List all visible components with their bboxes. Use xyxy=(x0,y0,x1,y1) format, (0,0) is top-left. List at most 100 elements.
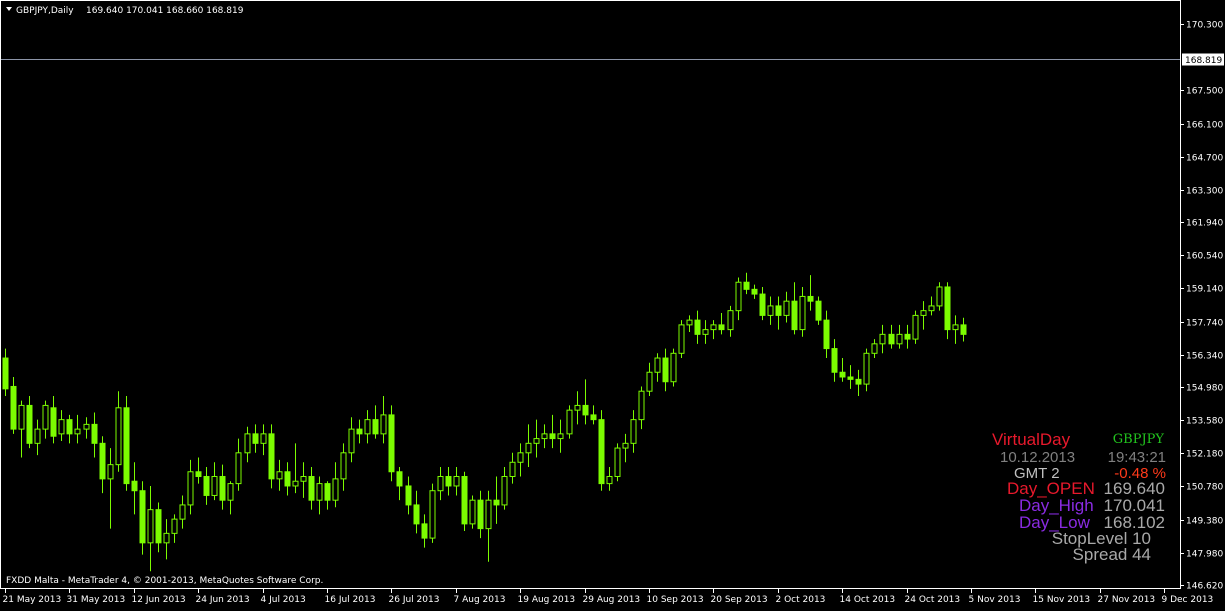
x-tick-label: 15 Nov 2013 xyxy=(1033,595,1091,605)
candle-body xyxy=(517,452,524,463)
candle-body xyxy=(99,442,106,480)
candle-body xyxy=(574,404,581,411)
candle-body xyxy=(541,433,548,440)
candle-body xyxy=(445,475,452,487)
x-tick-label: 20 Sep 2013 xyxy=(711,595,768,605)
chart-svg[interactable]: 170.300 167.500 166.100 164.700 163.300 161.9… xyxy=(0,0,1225,607)
candle-body xyxy=(219,475,226,501)
candle-body xyxy=(405,485,412,506)
candle-body xyxy=(268,433,275,480)
candle-body xyxy=(855,378,862,385)
candle-body xyxy=(244,433,251,454)
x-tick-label: 7 Aug 2013 xyxy=(454,595,506,605)
candle-body xyxy=(614,447,621,477)
overlay-title: VirtualDay xyxy=(992,430,1071,449)
candle-body xyxy=(469,499,476,525)
x-tick-label: 26 Jul 2013 xyxy=(389,595,440,605)
x-tick-label: 10 Sep 2013 xyxy=(647,595,704,605)
candle-body xyxy=(429,490,436,539)
y-tick-label: 167.500 xyxy=(1186,87,1223,97)
candle-body xyxy=(944,286,951,331)
candle-body xyxy=(582,404,589,416)
y-tick-label: 160.540 xyxy=(1186,252,1223,262)
candle-body xyxy=(34,428,41,444)
candle-body xyxy=(501,475,508,506)
candle xyxy=(268,424,275,489)
candle-body xyxy=(155,509,162,544)
candle-body xyxy=(364,419,371,435)
candle-body xyxy=(91,423,98,444)
candle xyxy=(912,310,919,344)
y-tick-label: 164.700 xyxy=(1186,154,1223,164)
y-tick-label: 154.980 xyxy=(1186,384,1223,394)
candle-body xyxy=(50,407,57,437)
y-tick-label: 161.940 xyxy=(1186,219,1223,229)
candle-body xyxy=(896,333,903,345)
candle-body xyxy=(751,288,758,295)
candle-body xyxy=(356,428,363,435)
candle xyxy=(566,405,573,439)
candle-body xyxy=(252,433,259,444)
x-tick-label: 16 Jul 2013 xyxy=(325,595,376,605)
candle-body xyxy=(421,523,428,539)
candle-body xyxy=(702,329,709,335)
candle-body xyxy=(815,300,822,321)
x-tick-label: 14 Oct 2013 xyxy=(840,595,896,605)
candle-body xyxy=(928,305,935,312)
candle-body xyxy=(839,371,846,378)
candle xyxy=(670,348,677,387)
x-tick-label: 12 Jun 2013 xyxy=(132,595,186,605)
candle-body xyxy=(195,471,202,477)
candle xyxy=(469,495,476,529)
candle-body xyxy=(107,464,114,480)
candle-body xyxy=(888,333,895,345)
candle-body xyxy=(139,490,146,544)
candle-body xyxy=(710,324,717,331)
candle-body xyxy=(260,433,267,444)
candle-body xyxy=(791,300,798,331)
candle-body xyxy=(477,499,484,530)
candle-body xyxy=(960,324,967,335)
y-tick-label: 152.180 xyxy=(1186,450,1223,460)
candle-body xyxy=(783,300,790,316)
chart-header: GBPJPY,Daily 169.640 170.041 168.660 168… xyxy=(6,6,244,16)
candle-body xyxy=(638,390,645,421)
candle-body xyxy=(203,475,210,496)
candle-body xyxy=(557,433,564,440)
candle xyxy=(429,483,436,543)
candlestick-chart[interactable]: 170.300 167.500 166.100 164.700 163.300 161.9… xyxy=(0,0,1225,607)
candle-body xyxy=(131,480,138,492)
candle-body xyxy=(525,442,532,454)
candle xyxy=(388,405,395,482)
candle xyxy=(614,443,621,482)
candle xyxy=(598,410,605,491)
candle-body xyxy=(630,419,637,444)
candle-body xyxy=(767,305,774,316)
spread-text: Spread 44 xyxy=(1073,545,1151,564)
candle-body xyxy=(388,414,395,473)
candle-body xyxy=(18,404,25,430)
overlay-time: 19:43:21 xyxy=(1108,449,1166,466)
candle-body xyxy=(115,407,122,466)
candle-body xyxy=(662,357,669,383)
y-tick-label: 147.980 xyxy=(1186,550,1223,560)
candle-body xyxy=(678,324,685,354)
candle-body xyxy=(340,452,347,480)
candle-body xyxy=(863,352,870,385)
candle-body xyxy=(686,319,693,326)
candle-body xyxy=(276,471,283,480)
y-tick-label: 153.580 xyxy=(1186,417,1223,427)
candle-body xyxy=(284,471,291,487)
y-tick-label: 156.340 xyxy=(1186,352,1223,362)
candle-body xyxy=(2,357,9,390)
candle-body xyxy=(10,385,17,430)
symbol-timeframe: GBPJPY,Daily xyxy=(16,6,74,16)
y-tick-label: 159.140 xyxy=(1186,285,1223,295)
candle-body xyxy=(493,499,500,506)
candle-body xyxy=(461,475,468,525)
y-tick-label: 157.740 xyxy=(1186,319,1223,329)
candle-body xyxy=(936,286,943,307)
candle xyxy=(461,471,468,531)
candle-body xyxy=(718,324,725,331)
candle-body xyxy=(904,333,911,340)
